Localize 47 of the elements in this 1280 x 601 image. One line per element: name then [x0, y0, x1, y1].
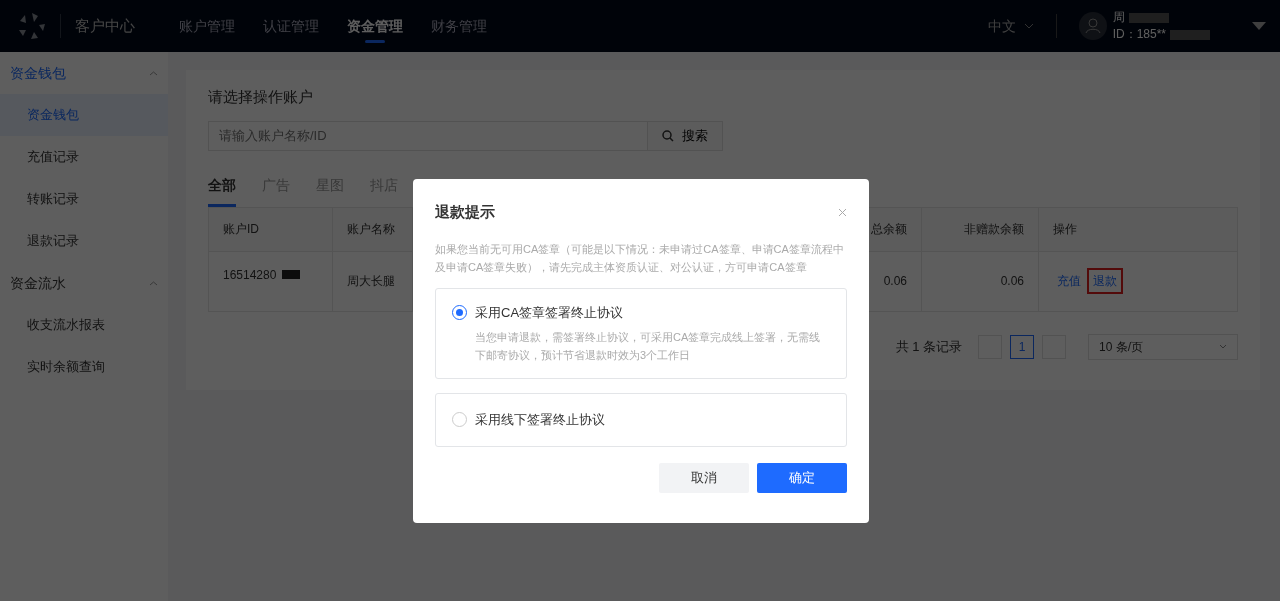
chevron-up-icon — [149, 70, 158, 76]
chevron-up-icon — [149, 280, 158, 286]
logo-icon — [18, 12, 46, 40]
redaction-block — [1128, 12, 1169, 23]
page-button[interactable]: 1 — [1010, 334, 1034, 359]
dialog-title: 退款提示 — [435, 202, 495, 222]
sidebar-item[interactable]: 实时余额查询 — [0, 346, 168, 388]
option-label: 采用线下签署终止协议 — [475, 411, 605, 429]
chevron-down-icon — [1219, 344, 1227, 349]
search-icon — [662, 129, 674, 142]
column-header: 非赠款余额 — [921, 207, 1039, 251]
record-count: 共 1 条记录 — [895, 337, 962, 356]
redaction-block — [282, 270, 301, 279]
page-size-select[interactable]: 10 条/页 — [1088, 333, 1238, 360]
redaction-block — [1170, 29, 1210, 40]
confirm-button[interactable]: 确定 — [757, 462, 847, 493]
table-cell: 周大长腿 — [332, 251, 413, 311]
table-action-link[interactable]: 充值 — [1053, 270, 1085, 292]
option-label: 采用CA签章签署终止协议 — [475, 303, 624, 322]
option-card[interactable]: 采用CA签章签署终止协议 当您申请退款，需签署终止协议，可采用CA签章完成线上签署，无需线下邮寄协议，预计节省退款时效为3个工作日 — [435, 287, 847, 379]
avatar-icon[interactable] — [1078, 12, 1107, 40]
brand-title: 客户中心 — [75, 15, 135, 36]
chevron-down-icon — [1023, 23, 1034, 29]
sidebar-item[interactable]: 退款记录 — [0, 220, 168, 262]
cancel-button[interactable]: 取消 — [659, 462, 749, 493]
table-cell: 16514280 — [208, 251, 333, 311]
table-action-link[interactable]: 退款 — [1089, 270, 1121, 292]
sidebar-item[interactable]: 资金钱包 — [0, 94, 168, 136]
column-header: 账户名称 — [332, 207, 413, 251]
table-cell: 0.06 — [921, 251, 1039, 311]
user-name: 周 — [1112, 9, 1125, 26]
close-icon[interactable] — [838, 207, 847, 217]
sidebar-group[interactable]: 资金钱包 — [0, 52, 168, 94]
option-description: 当您申请退款，需签署终止协议，可采用CA签章完成线上签署，无需线下邮寄协议，预计节省退款时效为3个工作日 — [475, 330, 822, 363]
user-id: ID：185** — [1112, 26, 1166, 43]
sidebar-group[interactable]: 资金流水 — [0, 262, 168, 304]
column-header: 操作 — [1038, 207, 1238, 251]
option-card[interactable]: 采用线下签署终止协议 — [435, 393, 847, 447]
nav-tab[interactable]: 资金管理 — [333, 0, 417, 52]
column-header: 账户ID — [208, 207, 333, 251]
sidebar-item[interactable]: 充值记录 — [0, 136, 168, 178]
search-button[interactable]: 搜索 — [648, 120, 723, 151]
language-select[interactable]: 中文 — [987, 15, 1016, 37]
caret-down-icon[interactable] — [1252, 22, 1266, 30]
sidebar-item[interactable]: 转账记录 — [0, 178, 168, 220]
sidebar-item[interactable]: 收支流水报表 — [0, 304, 168, 346]
section-title: 请选择操作账户 — [208, 87, 314, 107]
